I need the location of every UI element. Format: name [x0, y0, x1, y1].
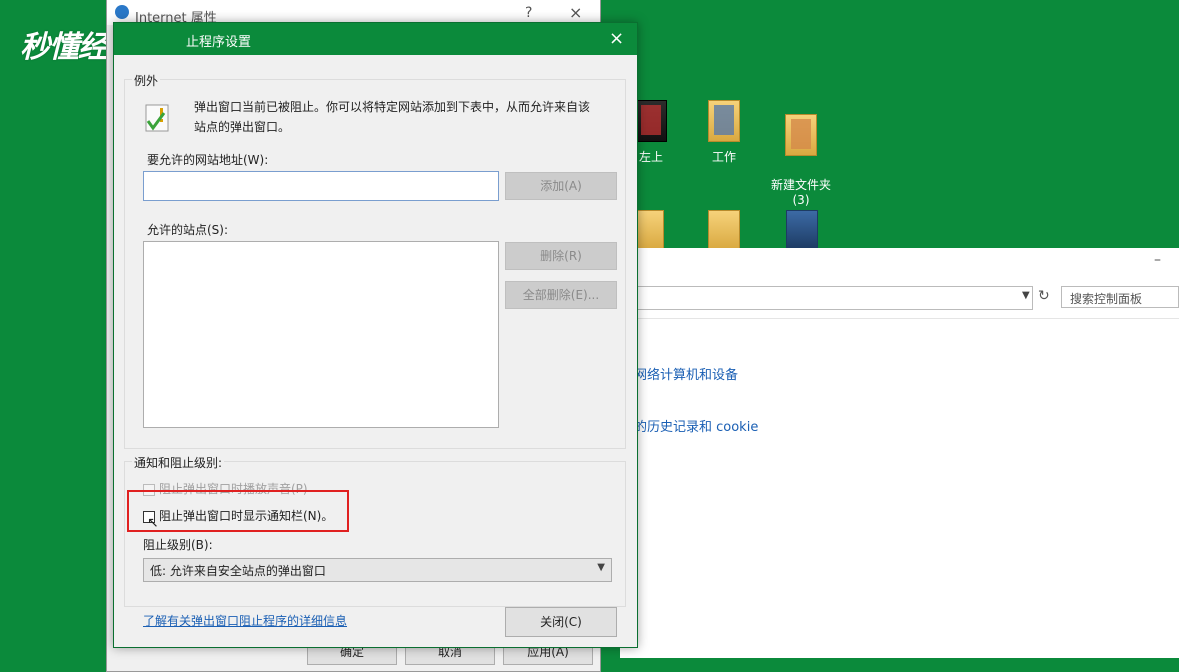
add-button[interactable]: 添加(A)	[505, 172, 617, 200]
address-bar[interactable]	[620, 286, 1033, 310]
address-label: 要允许的网站地址(W):	[147, 153, 269, 167]
refresh-icon[interactable]: ↻	[1038, 288, 1050, 304]
folder-icon	[785, 114, 817, 156]
divider	[620, 318, 1179, 319]
chevron-down-icon[interactable]: ▼	[1022, 290, 1030, 301]
group-label: 通知和阻止级别:	[132, 454, 225, 471]
link-history-cookie[interactable]: 的历史记录和 cookie	[634, 416, 758, 435]
mouse-cursor-icon: ↖	[147, 515, 159, 531]
globe-icon	[115, 5, 129, 19]
close-icon[interactable]: ×	[609, 28, 624, 49]
description-text: 弹出窗口当前已被阻止。你可以将特定网站添加到下表中，从而允许来自该站点的弹出窗口…	[194, 100, 591, 134]
close-icon[interactable]: ×	[569, 3, 582, 22]
folder-icon[interactable]	[786, 210, 818, 250]
block-level-label: 阻止级别(B):	[143, 538, 213, 552]
group-label: 例外	[132, 72, 161, 89]
titlebar: 止程序设置 ×	[114, 23, 637, 55]
chevron-down-icon: ▼	[597, 562, 605, 573]
desktop-icon-gongzuo[interactable]: 工作	[689, 100, 759, 165]
desktop-icon-new-folder[interactable]: 新建文件夹 (3)	[766, 100, 836, 221]
help-icon[interactable]: ?	[525, 5, 532, 21]
folder-icon	[635, 100, 667, 142]
folder-icon	[708, 100, 740, 142]
learn-more-link[interactable]: 了解有关弹出窗口阻止程序的详细信息	[143, 612, 347, 629]
allowed-sites-label: 允许的站点(S):	[147, 223, 229, 237]
remove-button[interactable]: 删除(R)	[505, 242, 617, 270]
link-network-devices[interactable]: 网络计算机和设备	[634, 364, 738, 383]
close-button[interactable]: 关闭(C)	[505, 607, 617, 637]
desktop-icon-label: 新建文件夹 (3)	[770, 178, 831, 207]
minimize-icon[interactable]: –	[1154, 252, 1161, 268]
popup-blocker-dialog: 止程序设置 × 例外 弹出窗口当前已被阻止。你可以将特定网站添加到下表中，从而允…	[113, 22, 638, 648]
search-input[interactable]: 搜索控制面板	[1061, 286, 1179, 308]
highlight-box	[127, 490, 349, 532]
desktop-icon-label: 工作	[711, 150, 736, 164]
dialog-title: 止程序设置	[186, 35, 252, 50]
shield-check-icon	[145, 104, 169, 132]
remove-all-button[interactable]: 全部删除(E)...	[505, 281, 617, 309]
site-address-input[interactable]	[143, 171, 499, 201]
folder-icon[interactable]	[708, 210, 740, 250]
block-level-value: 低: 允许来自安全站点的弹出窗口	[150, 564, 326, 578]
allowed-sites-list[interactable]	[143, 241, 499, 428]
block-level-select[interactable]: 低: 允许来自安全站点的弹出窗口 ▼	[143, 558, 612, 582]
control-panel-window: – ▼ ↻ 搜索控制面板 网络计算机和设备 的历史记录和 cookie	[620, 248, 1179, 658]
